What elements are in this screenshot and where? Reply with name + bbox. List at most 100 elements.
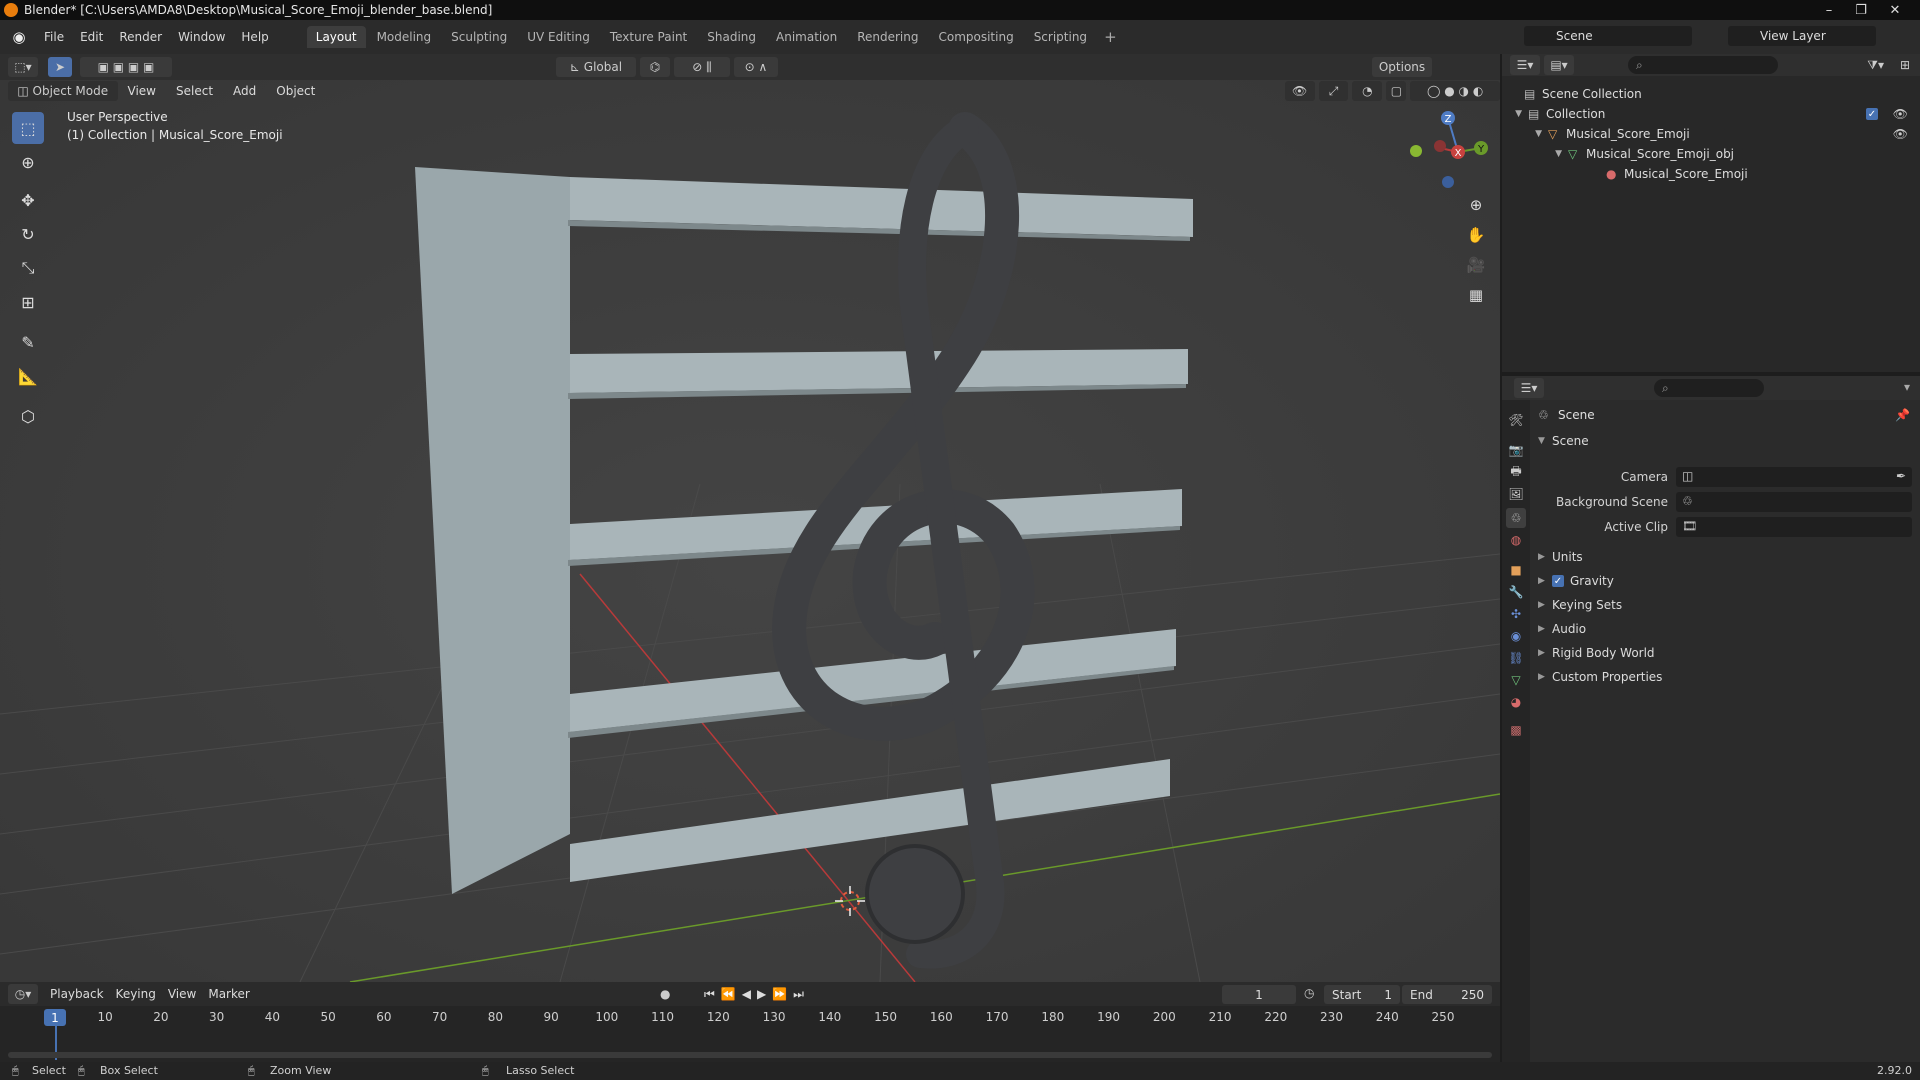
viewport-menu-add[interactable]: Add (223, 84, 266, 98)
menu-edit[interactable]: Edit (72, 30, 111, 44)
viewport-menu-view[interactable]: View (118, 84, 166, 98)
tab-scripting[interactable]: Scripting (1025, 26, 1096, 48)
menu-file[interactable]: File (36, 30, 72, 44)
outliner-row-scene-collection[interactable]: ▤ Scene Collection (1502, 84, 1920, 104)
background-scene-field[interactable]: ♲ (1676, 492, 1912, 512)
pin-icon[interactable]: 📌 (1895, 408, 1910, 422)
expand-arrow-icon[interactable]: ▼ (1502, 149, 1562, 159)
expand-arrow-icon[interactable]: ▼ (1502, 109, 1522, 119)
menu-window[interactable]: Window (170, 30, 233, 44)
keying-sets-panel-header[interactable]: ▶ Keying Sets (1538, 594, 1912, 616)
select-tool-button[interactable]: ➤ (48, 57, 72, 77)
options-dropdown[interactable]: Options (1372, 57, 1432, 77)
outliner-row-mesh[interactable]: ▼ ▽ Musical_Score_Emoji_obj (1502, 144, 1920, 164)
visibility-icon[interactable]: 👁 (1284, 81, 1315, 101)
orthographic-toggle-icon[interactable]: ▦ (1463, 282, 1489, 308)
output-tab-icon[interactable]: 🖶 (1506, 462, 1526, 482)
collection-exclude-checkbox[interactable]: ✓ (1866, 108, 1878, 120)
maximize-button[interactable]: ❐ (1846, 0, 1876, 20)
constraints-tab-icon[interactable]: ⛓ (1506, 648, 1526, 668)
3d-viewport[interactable]: Z Y X ⬚▾ ➤ ▣ ▣ ▣ ▣ ⊾ Global ⌬ ⊘ ⫼ ⊙ ∧ Op… (0, 54, 1500, 982)
scene-selector[interactable]: Scene (1524, 26, 1692, 46)
menu-help[interactable]: Help (233, 30, 276, 44)
move-tool-icon[interactable]: ✥ (12, 184, 44, 216)
eye-icon[interactable]: 👁 (1893, 107, 1908, 121)
material-tab-icon[interactable]: ◕ (1506, 692, 1526, 712)
view-layer-selector[interactable]: View Layer (1728, 26, 1876, 46)
eye-icon[interactable]: 👁 (1893, 127, 1908, 141)
texture-tab-icon[interactable]: ▩ (1506, 720, 1526, 740)
annotate-tool-icon[interactable]: ✎ (12, 326, 44, 358)
outliner-row-collection[interactable]: ▼ ▤ Collection ✓ 👁 (1502, 104, 1920, 124)
world-tab-icon[interactable]: ◍ (1506, 530, 1526, 550)
pan-view-icon[interactable]: ✋ (1463, 222, 1489, 248)
tab-shading[interactable]: Shading (698, 26, 765, 48)
snapping-button[interactable]: ⊘ ⫼ (674, 57, 730, 77)
properties-search-input[interactable]: ⌕ (1654, 379, 1764, 397)
close-button[interactable]: ✕ (1880, 0, 1910, 20)
pivot-point-button[interactable]: ⌬ (640, 57, 670, 77)
gravity-panel-header[interactable]: ▶ ✓ Gravity (1538, 570, 1912, 592)
tab-sculpting[interactable]: Sculpting (442, 26, 516, 48)
tab-animation[interactable]: Animation (767, 26, 846, 48)
cursor-tool-icon[interactable]: ⊕ (12, 146, 44, 178)
eyedropper-icon[interactable]: ✒ (1896, 469, 1906, 483)
timeline-scrollbar[interactable] (8, 1052, 1492, 1058)
viewport-canvas[interactable]: Z Y X (0, 54, 1500, 982)
camera-view-icon[interactable]: 🎥 (1463, 252, 1489, 278)
camera-field[interactable]: ◫ ✒ (1676, 467, 1912, 487)
add-workspace-button[interactable]: + (1096, 26, 1125, 48)
tab-layout[interactable]: Layout (306, 26, 366, 48)
object-mode-dropdown[interactable]: ◫ Object Mode (8, 81, 118, 101)
zoom-view-icon[interactable]: ⊕ (1463, 192, 1489, 218)
units-panel-header[interactable]: ▶ Units (1538, 546, 1912, 568)
tab-texture-paint[interactable]: Texture Paint (601, 26, 696, 48)
custom-properties-panel-header[interactable]: ▶ Custom Properties (1538, 666, 1912, 688)
viewport-menu-select[interactable]: Select (166, 84, 223, 98)
filter-icon[interactable]: ⧩▾ (1867, 58, 1884, 73)
preview-range-icon[interactable]: ◷ (1304, 986, 1314, 1000)
tab-uv-editing[interactable]: UV Editing (518, 26, 599, 48)
tab-modeling[interactable]: Modeling (368, 26, 441, 48)
start-frame-field[interactable]: Start 1 (1324, 985, 1400, 1004)
transform-orientation-dropdown[interactable]: ⊾ Global (556, 57, 636, 77)
end-frame-field[interactable]: End 250 (1402, 985, 1492, 1004)
auto-keying-icon[interactable]: ● (660, 987, 670, 1001)
properties-options-icon[interactable]: ▾ (1904, 380, 1910, 394)
measure-tool-icon[interactable]: 📐 (12, 360, 44, 392)
timeline-menu-playback[interactable]: Playback (38, 987, 110, 1001)
scene-tab-icon[interactable]: ♲ (1506, 508, 1526, 528)
gravity-checkbox[interactable]: ✓ (1552, 575, 1564, 587)
shading-mode-buttons[interactable]: ◯ ● ◑ ◐ (1410, 81, 1500, 101)
add-cube-tool-icon[interactable]: ⬡ (12, 400, 44, 432)
scene-panel-header[interactable]: ▼ Scene (1538, 430, 1912, 452)
minimize-button[interactable]: – (1814, 0, 1844, 20)
tab-rendering[interactable]: Rendering (848, 26, 927, 48)
data-tab-icon[interactable]: ▽ (1506, 670, 1526, 690)
outliner-search-input[interactable]: ⌕ (1628, 56, 1778, 74)
object-tab-icon[interactable]: ■ (1506, 560, 1526, 580)
viewport-menu-object[interactable]: Object (266, 84, 325, 98)
particles-tab-icon[interactable]: ✣ (1506, 604, 1526, 624)
blender-menu-icon[interactable]: ◉ (10, 28, 28, 46)
audio-panel-header[interactable]: ▶ Audio (1538, 618, 1912, 640)
render-tab-icon[interactable]: 📷 (1506, 440, 1526, 460)
current-frame-field[interactable]: 1 (1222, 985, 1296, 1004)
menu-render[interactable]: Render (111, 30, 170, 44)
gizmo-toggle-icon[interactable]: ⤢ (1318, 81, 1349, 101)
current-frame-indicator[interactable]: 1 (44, 1009, 66, 1026)
tool-tab-icon[interactable]: 🛠 (1506, 410, 1526, 430)
active-clip-field[interactable]: 🎞 (1676, 517, 1912, 537)
xray-toggle-icon[interactable]: ▢ (1386, 81, 1407, 101)
playback-controls[interactable]: ⏮⏪◀▶⏩⏭ (704, 987, 810, 1002)
physics-tab-icon[interactable]: ◉ (1506, 626, 1526, 646)
rigid-body-world-panel-header[interactable]: ▶ Rigid Body World (1538, 642, 1912, 664)
proportional-editing-button[interactable]: ⊙ ∧ (734, 57, 778, 77)
transform-tool-icon[interactable]: ⊞ (12, 286, 44, 318)
outliner-row-material[interactable]: ● Musical_Score_Emoji (1502, 164, 1920, 184)
outliner-row-object[interactable]: ▼ ▽ Musical_Score_Emoji 👁 (1502, 124, 1920, 144)
timeline-editor-type-button[interactable]: ◷▾ (8, 984, 38, 1004)
editor-type-button[interactable]: ⬚▾ (8, 57, 38, 77)
selection-mode-buttons[interactable]: ▣ ▣ ▣ ▣ (80, 57, 172, 77)
view-layer-tab-icon[interactable]: 🖼 (1506, 484, 1526, 504)
